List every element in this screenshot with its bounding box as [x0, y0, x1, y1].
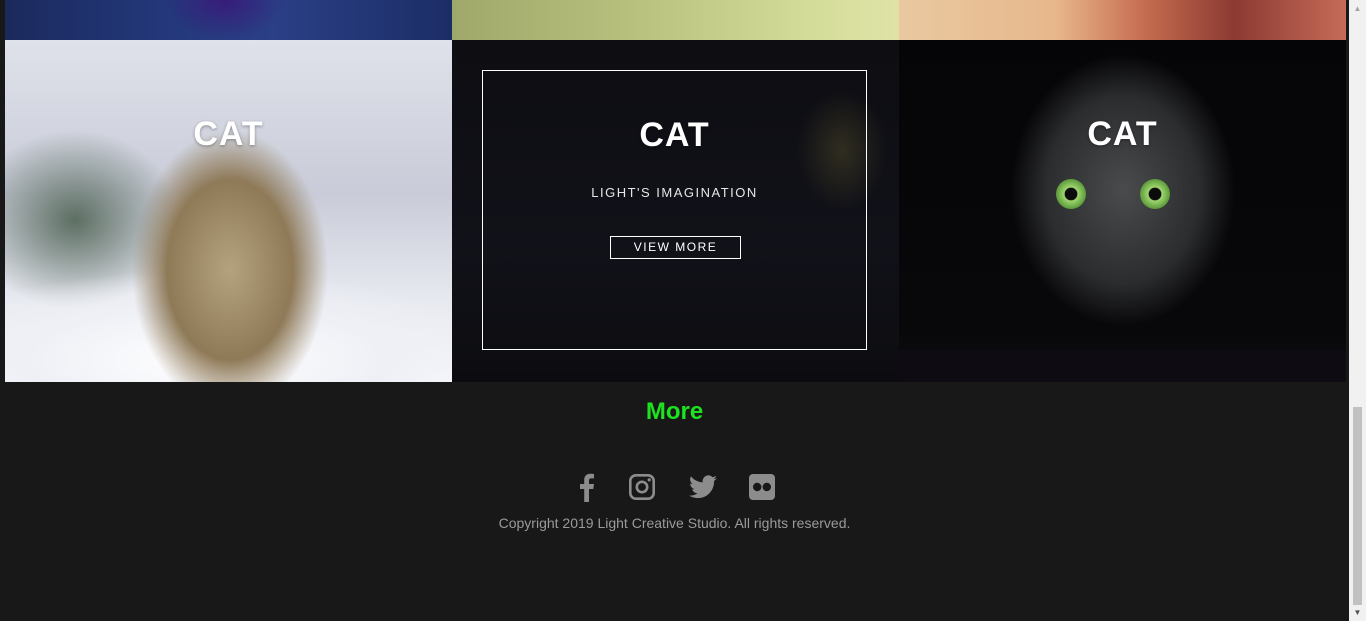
more-link[interactable]: More — [0, 398, 1349, 426]
twitter-icon[interactable] — [686, 470, 720, 504]
scroll-up-arrow-icon[interactable]: ▲ — [1349, 0, 1366, 17]
scroll-down-arrow-icon[interactable]: ▼ — [1349, 604, 1366, 621]
gallery-image-partial[interactable] — [5, 0, 452, 40]
view-more-button[interactable]: VIEW MORE — [610, 236, 741, 259]
tile-title: CAT — [639, 116, 710, 154]
tile-hover-overlay: CAT LIGHT'S IMAGINATION VIEW MORE — [482, 70, 867, 350]
gallery-tile-snow-cat[interactable]: CAT — [5, 40, 452, 382]
scrollbar[interactable]: ▲ ▼ — [1349, 0, 1366, 621]
gallery-image-partial[interactable] — [452, 0, 899, 40]
tile-title: CAT — [193, 115, 264, 153]
tile-title: CAT — [1087, 115, 1158, 153]
gallery-tile-gray-cat[interactable]: CAT — [899, 40, 1346, 382]
gallery-image-partial[interactable] — [899, 0, 1346, 40]
gallery-tile-lamp-cat[interactable]: CAT LIGHT'S IMAGINATION VIEW MORE — [452, 40, 899, 382]
tile-background — [899, 350, 1346, 382]
page: CAT CAT LIGHT'S IMAGINATION VIEW MORE CA… — [0, 0, 1349, 621]
facebook-icon[interactable] — [569, 470, 603, 504]
cat-eye — [1056, 179, 1086, 209]
copyright-text: Copyright 2019 Light Creative Studio. Al… — [498, 515, 851, 531]
flickr-icon[interactable] — [745, 470, 779, 504]
scrollbar-thumb[interactable] — [1353, 407, 1362, 605]
tile-subtitle: LIGHT'S IMAGINATION — [591, 185, 758, 200]
cat-eye — [1140, 179, 1170, 209]
instagram-icon[interactable] — [625, 470, 659, 504]
